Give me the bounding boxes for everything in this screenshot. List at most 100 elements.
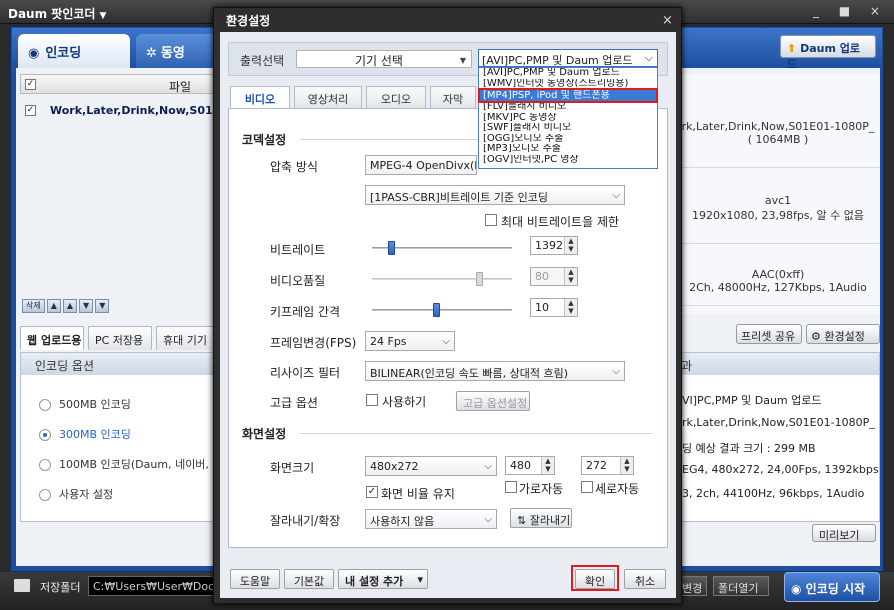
auto-width-checkbox[interactable] xyxy=(505,481,517,493)
result-line: 3, 2ch, 44100Hz, 96kbps, 1Audio xyxy=(682,487,865,500)
quality-slider-thumb[interactable] xyxy=(476,272,483,286)
format-select-value: [AVI]PC,PMP 및 Daum 업로드 xyxy=(482,54,633,67)
change-folder-button[interactable]: 변경 xyxy=(679,576,707,596)
spinner-arrows-icon[interactable]: ▲ ▼ xyxy=(564,237,577,254)
bitrate-input[interactable]: 1392 ▲ ▼ xyxy=(530,236,578,255)
ok-button[interactable]: 확인 xyxy=(575,569,615,589)
format-option[interactable]: [WMV]인터넷 동영상(스트리밍용) xyxy=(479,79,657,90)
radio-custom-dot xyxy=(39,489,51,501)
tab-encode[interactable]: ◉ 인코딩 xyxy=(18,34,130,68)
radio-custom[interactable]: 사용자 설정 xyxy=(39,486,113,502)
resize-select-value: BILINEAR(인코딩 속도 빠름, 상대적 흐림) xyxy=(370,367,569,380)
tab-audio[interactable]: 오디오 xyxy=(366,86,426,108)
app-title: Daum 팟인코더 xyxy=(8,7,96,21)
info-audio-codec: AAC(0xff) xyxy=(751,268,805,281)
crop-button[interactable]: ⇅ 잘라내기 xyxy=(510,508,572,528)
move-bottom-button[interactable]: ▼ xyxy=(95,299,110,313)
radio-100mb[interactable]: 100MB 인코딩(Daum, 네이버, xyxy=(39,456,209,472)
help-button[interactable]: 도움말 xyxy=(230,569,280,589)
tab-encode-label: 인코딩 xyxy=(45,46,82,61)
keep-ratio-checkbox[interactable]: ✓ xyxy=(366,486,378,498)
pass-select[interactable]: [1PASS-CBR]비트레이트 기준 인코딩 ⌵ xyxy=(365,185,625,205)
save-path-field[interactable]: C:₩Users₩User₩Docun xyxy=(88,576,214,596)
daum-upload-button[interactable]: ⬆ Daum 업로드 xyxy=(780,35,876,71)
radio-300mb-dot xyxy=(39,429,51,441)
size-select[interactable]: 480x272 ⌵ xyxy=(365,456,497,476)
format-select[interactable]: [AVI]PC,PMP 및 Daum 업로드 ⌵ xyxy=(478,49,658,67)
tab-image-processing[interactable]: 영상처리 xyxy=(294,86,362,108)
format-option[interactable]: [OGV]인터넷,PC 영상 xyxy=(479,155,657,166)
format-option[interactable]: [OGG]오디오 추출 xyxy=(479,134,657,145)
auto-height-checkbox[interactable] xyxy=(581,481,593,493)
radio-500mb[interactable]: 500MB 인코딩 xyxy=(39,396,131,412)
spinner-arrows-icon[interactable]: ▲ ▼ xyxy=(541,457,554,474)
info-file: rk,Later,Drink,Now,S01E01-1080P_( 1064MB… xyxy=(676,116,880,168)
delete-button[interactable]: 삭제 xyxy=(22,299,45,313)
compress-select[interactable]: MPEG-4 OpenDivx(Di xyxy=(365,155,477,175)
keyframe-input[interactable]: 10 ▲ ▼ xyxy=(530,298,578,317)
format-option[interactable]: [MP3]오디오 추출 xyxy=(479,144,657,155)
window-controls[interactable]: _ ■ × xyxy=(813,4,888,18)
bitrate-slider-thumb[interactable] xyxy=(388,241,395,255)
radio-300mb[interactable]: 300MB 인코딩 xyxy=(39,426,131,442)
height-input[interactable]: 272 ▲ ▼ xyxy=(581,456,634,475)
tab-pc-save[interactable]: PC 저장용 xyxy=(88,326,152,350)
device-select[interactable]: 기기 선택 ▼ xyxy=(296,50,472,68)
fps-select[interactable]: 24 Fps ⌵ xyxy=(365,331,455,351)
pass-select-value: [1PASS-CBR]비트레이트 기준 인코딩 xyxy=(370,191,549,204)
chevron-down-icon: ⌵ xyxy=(612,190,620,201)
keyframe-slider-thumb[interactable] xyxy=(433,303,440,317)
tab-subtitle[interactable]: 자막 xyxy=(430,86,476,108)
select-all-checkbox[interactable]: ✓ xyxy=(25,79,36,90)
move-top-button[interactable]: ▲ xyxy=(46,299,61,313)
spinner-arrows-icon[interactable]: ▲ ▼ xyxy=(620,457,633,474)
format-option-highlighted[interactable]: [MP4]PSP, iPod 및 핸드폰용 xyxy=(478,88,658,103)
quality-slider[interactable] xyxy=(372,278,512,280)
file-row[interactable]: Work,Later,Drink,Now,S01E xyxy=(20,100,220,120)
open-folder-button[interactable]: 폴더열기 xyxy=(713,576,769,596)
my-settings-button[interactable]: 내 설정 추가 ▾ xyxy=(338,569,428,589)
tab-video-settings[interactable]: 비디오 xyxy=(230,86,290,108)
radio-300mb-label: 300MB 인코딩 xyxy=(59,428,131,441)
keyframe-slider[interactable] xyxy=(372,309,512,311)
preview-button[interactable]: 미리보기 xyxy=(812,524,876,542)
format-option[interactable]: [MKV]PC 동영상 xyxy=(479,113,657,124)
width-input[interactable]: 480 ▲ ▼ xyxy=(505,456,555,475)
format-option[interactable]: [FLV]플래시 비디오 xyxy=(479,102,657,113)
dialog-close-icon[interactable]: × xyxy=(662,13,673,28)
tab-web-upload[interactable]: 웹 업로드용 xyxy=(20,326,84,350)
file-row-checkbox[interactable]: ✓ xyxy=(25,105,36,116)
crop-label: 잘라내기/확장 xyxy=(270,514,341,528)
quality-input[interactable]: 80 ▲ ▼ xyxy=(530,267,578,286)
spinner-arrows-icon[interactable]: ▲ ▼ xyxy=(564,299,577,316)
resize-select[interactable]: BILINEAR(인코딩 속도 빠름, 상대적 흐림) ⌵ xyxy=(365,361,625,381)
screen-section-title: 화면설정 xyxy=(242,427,287,441)
spinner-arrows-icon[interactable]: ▲ ▼ xyxy=(564,268,577,285)
keyframe-label: 키프레임 간격 xyxy=(270,305,341,319)
format-option[interactable]: [SWF]플래시 비디오 xyxy=(479,123,657,134)
max-bitrate-checkbox[interactable] xyxy=(485,214,497,226)
env-settings-button[interactable]: ⚙ 환경설정 xyxy=(806,324,880,344)
move-down-button[interactable]: ▼ xyxy=(79,299,94,313)
max-bitrate-label: 최대 비트레이트을 제한 xyxy=(501,215,620,229)
cancel-button[interactable]: 취소 xyxy=(624,569,666,589)
start-encoding-button[interactable]: ◉ 인코딩 시작 xyxy=(784,572,880,602)
radio-100mb-label: 100MB 인코딩(Daum, 네이버, xyxy=(59,458,209,471)
format-option[interactable]: [AVI]PC,PMP 및 Daum 업로드 xyxy=(479,68,657,79)
crop-select[interactable]: 사용하지 않음 ⌵ xyxy=(365,509,497,529)
env-settings-label: 환경설정 xyxy=(824,330,865,343)
codec-section-title: 코덱설정 xyxy=(242,133,287,147)
tab-portable[interactable]: 휴대 기기 xyxy=(156,326,216,350)
my-settings-label: 내 설정 추가 xyxy=(345,575,404,588)
fps-label: 프레임변경(FPS) xyxy=(270,336,357,350)
preset-share-button[interactable]: 프리셋 공유 xyxy=(736,324,802,344)
defaults-button[interactable]: 기본값 xyxy=(284,569,334,589)
list-buttons: 삭제 ▲ ▲ ▼ ▼ xyxy=(22,298,111,314)
app-menu-arrow-icon[interactable]: ▼ xyxy=(99,11,106,21)
info-video: avc1 1920x1080, 23,98fps, 알 수 없음 xyxy=(676,170,880,244)
advanced-use-checkbox[interactable] xyxy=(366,394,378,406)
tab-video[interactable]: ✲ 동영 xyxy=(136,34,216,68)
bitrate-label: 비트레이트 xyxy=(270,243,326,257)
move-up-button[interactable]: ▲ xyxy=(62,299,78,313)
advanced-settings-button[interactable]: 고급 옵션설정 xyxy=(456,391,530,411)
